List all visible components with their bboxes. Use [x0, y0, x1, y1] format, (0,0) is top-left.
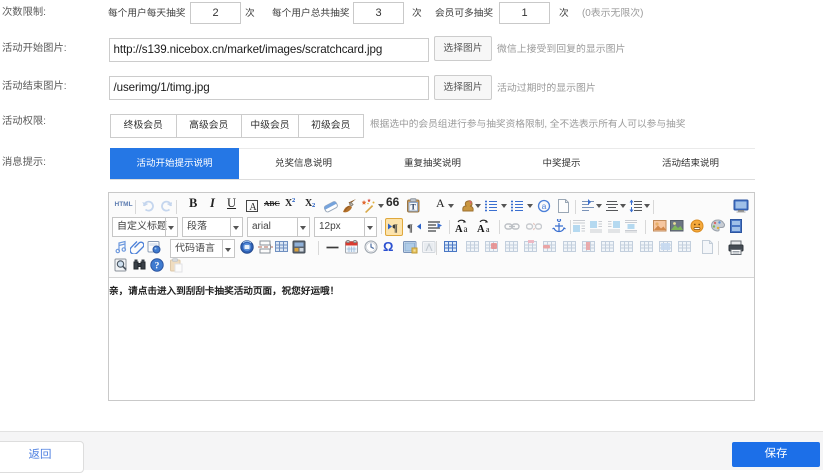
svg-text:¶: ¶	[407, 223, 413, 234]
svg-text:a: a	[486, 225, 490, 233]
svg-text:A: A	[249, 202, 257, 213]
svg-text:A: A	[477, 224, 485, 233]
svg-text:T: T	[411, 203, 417, 212]
svg-text:?: ?	[155, 262, 160, 272]
svg-text:a: a	[542, 201, 547, 211]
svg-text:a: a	[464, 224, 468, 233]
svg-text:¶: ¶	[392, 223, 398, 234]
svg-text:A: A	[455, 224, 463, 233]
